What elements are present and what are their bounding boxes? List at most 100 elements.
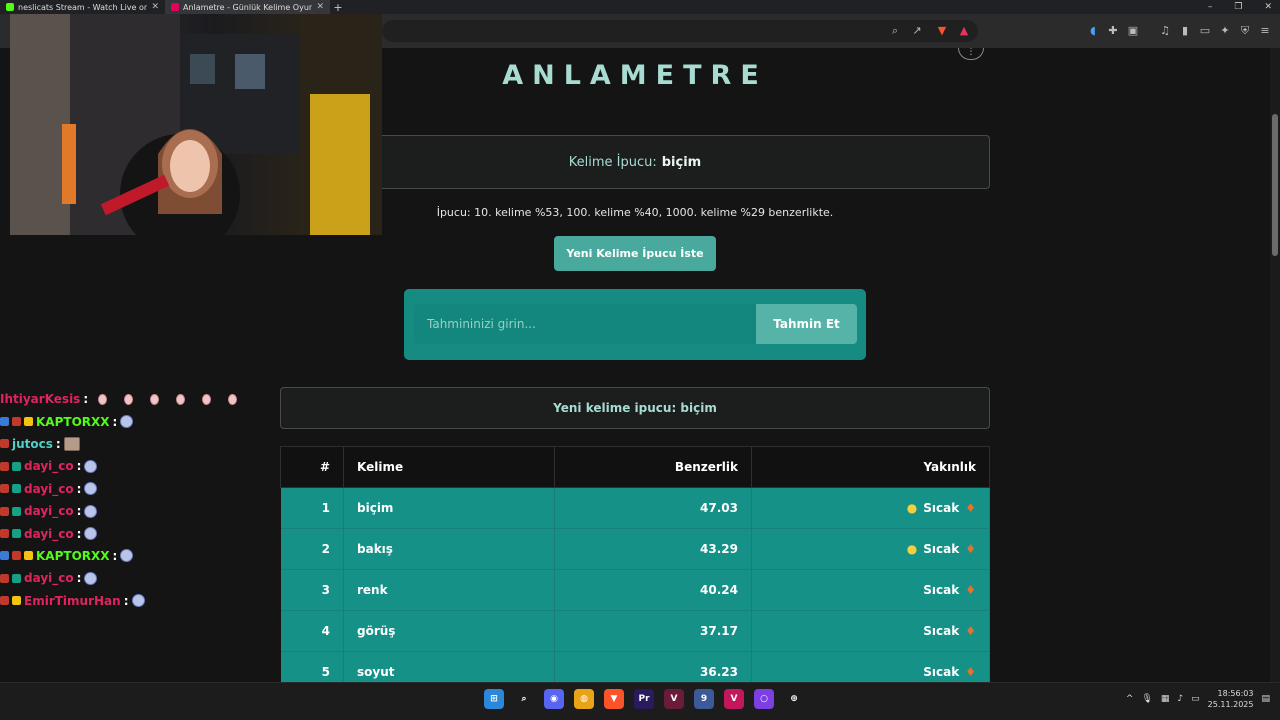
- stream-chat-overlay: IhtiyarKesis: KAPTORXX: jutocs: dayi_co: day…: [0, 388, 260, 612]
- close-tab-icon[interactable]: ✕: [151, 2, 159, 12]
- chat-username[interactable]: KAPTORXX: [36, 415, 110, 429]
- chat-separator: :: [76, 459, 82, 474]
- sidebar-icon[interactable]: ▮: [1178, 24, 1192, 38]
- chat-emote-icon: [228, 393, 238, 405]
- volume-icon[interactable]: ♪: [1177, 694, 1183, 704]
- brave-icon[interactable]: ▼: [604, 689, 624, 709]
- fire-icon: ♦: [965, 542, 976, 556]
- proximity-label: Sıcak: [923, 624, 960, 638]
- chat-message: dayi_co:: [0, 455, 260, 477]
- minimize-button[interactable]: –: [1208, 2, 1213, 12]
- chat-username[interactable]: dayi_co: [24, 504, 74, 518]
- hint-card: Kelime İpucu: biçim: [280, 135, 990, 189]
- new-hint-button[interactable]: Yeni Kelime İpucu İste: [554, 236, 716, 271]
- column-header-word[interactable]: Kelime: [343, 446, 555, 488]
- windows-taskbar: ⊞ ⌕ ◉ ◍ ▼ Pr V 9 V ○ ⊕ ^ 🎙 ▦ ♪ ▭ 18:56:03 25.11.20…: [0, 682, 1280, 720]
- media-icon[interactable]: ♫: [1158, 24, 1172, 38]
- chat-emote-icon: [84, 459, 98, 473]
- wallet-icon[interactable]: ▭: [1198, 24, 1212, 38]
- chat-message: dayi_co:: [0, 567, 260, 589]
- scrollbar-thumb[interactable]: [1272, 114, 1278, 256]
- site-logo: ANLAMETRE: [502, 60, 768, 91]
- tab-title: neslicats Stream - Watch Live on Kick: [18, 2, 148, 12]
- chat-username[interactable]: dayi_co: [24, 459, 74, 473]
- app-blue-icon[interactable]: 9: [694, 689, 714, 709]
- clock[interactable]: 18:56:03 25.11.2025: [1208, 688, 1254, 710]
- vegas-icon[interactable]: V: [664, 689, 684, 709]
- tray-overflow-icon[interactable]: ^: [1126, 694, 1134, 704]
- chat-separator: :: [112, 414, 118, 429]
- chat-username[interactable]: EmirTimurHan: [24, 594, 121, 608]
- chat-badge-icon: [0, 596, 9, 606]
- chat-emote-icon: [124, 393, 134, 405]
- microphone-icon[interactable]: 🎙: [1141, 694, 1152, 704]
- chat-separator: :: [55, 436, 61, 451]
- chat-username[interactable]: jutocs: [12, 437, 53, 451]
- chat-emote-icon: [131, 594, 145, 608]
- fire-icon: ♦: [965, 624, 976, 638]
- column-header-rank[interactable]: #: [280, 446, 344, 488]
- chat-username[interactable]: IhtiyarKesis: [0, 392, 80, 406]
- close-tab-icon[interactable]: ✕: [316, 2, 324, 12]
- chrome-icon[interactable]: ◍: [574, 689, 594, 709]
- app-purple-icon[interactable]: ○: [754, 689, 774, 709]
- chat-emote-icon: [63, 436, 80, 451]
- chat-username[interactable]: KAPTORXX: [36, 549, 110, 563]
- close-window-button[interactable]: ✕: [1264, 2, 1272, 12]
- chat-emote-icon: [202, 393, 212, 405]
- chat-emote-icon: [120, 415, 134, 429]
- tab-kick[interactable]: neslicats Stream - Watch Live on Kick ✕: [0, 0, 165, 14]
- zoom-icon[interactable]: ⌕: [888, 24, 902, 38]
- chat-separator: :: [76, 504, 82, 519]
- cell-proximity: ● Sıcak ♦: [751, 528, 990, 570]
- cell-word: renk: [343, 569, 555, 611]
- cell-word: biçim: [343, 487, 555, 529]
- maximize-button[interactable]: ❐: [1234, 2, 1242, 12]
- browser-tab-bar: neslicats Stream - Watch Live on Kick ✕ …: [0, 0, 1280, 14]
- guess-input[interactable]: [414, 304, 756, 344]
- chat-username[interactable]: dayi_co: [24, 571, 74, 585]
- network-icon[interactable]: ▦: [1161, 694, 1170, 704]
- chat-badge-icon: [12, 529, 21, 539]
- guess-submit-button[interactable]: Tahmin Et: [756, 304, 857, 344]
- proximity-label: Sıcak: [923, 542, 960, 556]
- table-row: 5 soyut 36.23 Sıcak ♦: [280, 651, 990, 682]
- search-icon[interactable]: ⌕: [514, 689, 534, 709]
- chat-badge-icon: [12, 506, 21, 516]
- cell-proximity: ● Sıcak ♦: [751, 487, 990, 529]
- share-icon[interactable]: ↗: [910, 24, 924, 38]
- chat-message: KAPTORXX:: [0, 410, 260, 432]
- discord-icon[interactable]: ◉: [544, 689, 564, 709]
- new-tab-button[interactable]: +: [330, 1, 346, 14]
- extensions-icon[interactable]: ✚: [1106, 24, 1120, 38]
- table-row: 2 bakış 43.29 ● Sıcak ♦: [280, 528, 990, 570]
- page-scrollbar[interactable]: [1270, 48, 1280, 682]
- column-header-proximity[interactable]: Yakınlık: [751, 446, 990, 488]
- notifications-icon[interactable]: ▤: [1261, 694, 1270, 704]
- brave-rewards-icon[interactable]: ▲: [957, 24, 971, 38]
- chat-badge-icon: [24, 417, 33, 427]
- proximity-label: Sıcak: [923, 583, 960, 597]
- leo-ai-icon[interactable]: ✦: [1218, 24, 1232, 38]
- chat-emote-icon: [84, 571, 98, 585]
- screenshot-icon[interactable]: ▣: [1126, 24, 1140, 38]
- chat-username[interactable]: dayi_co: [24, 482, 74, 496]
- proximity-label: Sıcak: [923, 665, 960, 679]
- chat-username[interactable]: dayi_co: [24, 527, 74, 541]
- cell-similarity: 36.23: [554, 651, 752, 682]
- app-red-icon[interactable]: V: [724, 689, 744, 709]
- column-header-similarity[interactable]: Benzerlik: [554, 446, 752, 488]
- battery-icon[interactable]: ▭: [1191, 694, 1200, 704]
- options-menu-icon[interactable]: ⋮: [958, 48, 984, 60]
- vpn-icon[interactable]: ⛨: [1238, 24, 1252, 38]
- windows-start-icon[interactable]: ⊞: [484, 689, 504, 709]
- app-globe-icon[interactable]: ⊕: [784, 689, 804, 709]
- audio-playing-icon[interactable]: ◖: [1086, 24, 1100, 38]
- premiere-icon[interactable]: Pr: [634, 689, 654, 709]
- cell-similarity: 43.29: [554, 528, 752, 570]
- menu-icon[interactable]: ≡: [1258, 24, 1272, 38]
- tab-anlametre[interactable]: Anlametre - Günlük Kelime Oyunu ✕: [165, 0, 330, 14]
- webcam-video: [10, 14, 382, 235]
- brave-shield-icon[interactable]: ▼: [935, 24, 949, 38]
- fire-icon: ♦: [965, 583, 976, 597]
